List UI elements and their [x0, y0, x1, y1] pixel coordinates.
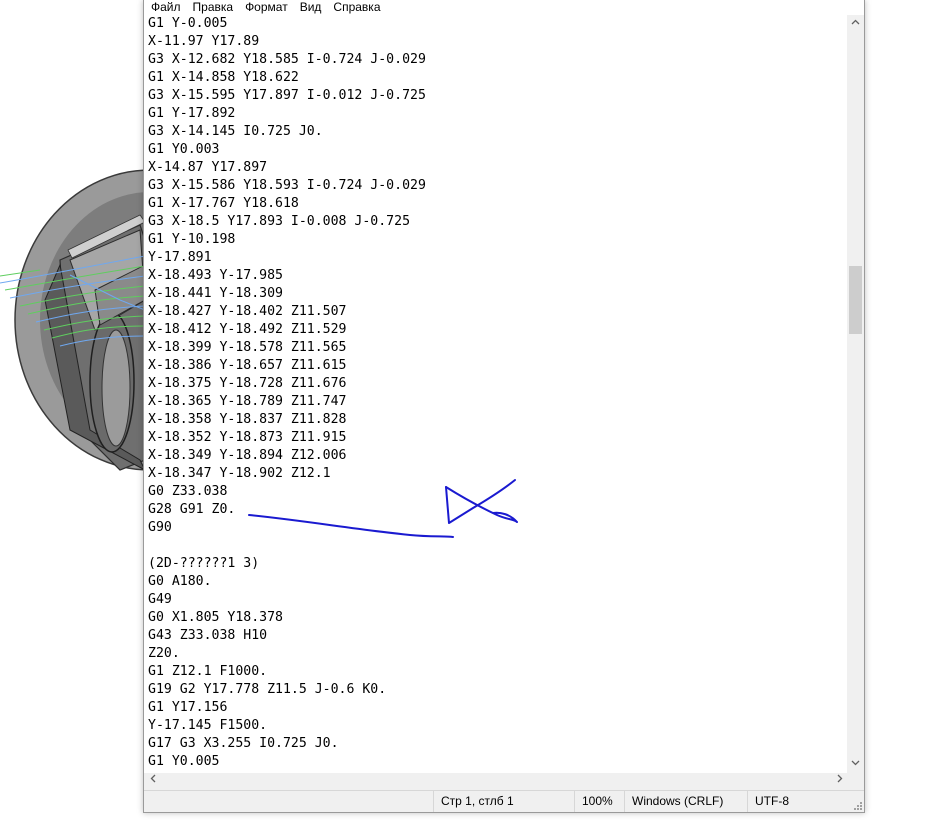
code-line: G3 X-15.586 Y18.593 I-0.724 J-0.029	[148, 178, 426, 193]
code-line: X-18.441 Y-18.309	[148, 286, 283, 301]
code-line: G49	[148, 592, 172, 607]
code-line: G1 Y17.156	[148, 700, 228, 715]
code-line: G1 Y0.003	[148, 142, 220, 157]
code-line: X-18.427 Y-18.402 Z11.507	[148, 304, 347, 319]
code-line: G43 Z33.038 H10	[148, 628, 268, 643]
code-line: Y-17.145 F1500.	[148, 718, 268, 733]
code-line: X-18.412 Y-18.492 Z11.529	[148, 322, 347, 337]
menu-format[interactable]: Формат	[239, 0, 294, 15]
cam-part-3d-view	[0, 169, 145, 471]
chevron-left-icon[interactable]	[144, 773, 161, 790]
resize-grip-icon[interactable]	[852, 800, 862, 810]
code-line: Z20.	[148, 646, 180, 661]
code-line: X-18.375 Y-18.728 Z11.676	[148, 376, 347, 391]
code-line: (2D-??????1 3)	[148, 556, 260, 571]
cam-model-background	[0, 0, 145, 836]
text-editor-area[interactable]: G1 Y-0.005 X-11.97 Y17.89 G3 X-12.682 Y18.…	[144, 15, 848, 773]
code-line: X-18.349 Y-18.894 Z12.006	[148, 448, 347, 463]
code-line: X-18.347 Y-18.902 Z12.1	[148, 466, 331, 481]
code-line: G3 X-14.145 I0.725 J0.	[148, 124, 323, 139]
code-line: X-18.399 Y-18.578 Z11.565	[148, 340, 347, 355]
code-line: X-18.365 Y-18.789 Z11.747	[148, 394, 347, 409]
menu-bar: Файл Правка Формат Вид Справка	[144, 0, 864, 15]
code-line: G0 Z33.038	[148, 484, 228, 499]
code-line: G19 G2 Y17.778 Z11.5 J-0.6 K0.	[148, 682, 387, 697]
menu-file[interactable]: Файл	[144, 0, 187, 15]
status-cursor-position: Стр 1, стлб 1	[433, 791, 574, 812]
horizontal-scrollbar[interactable]	[144, 773, 848, 790]
menu-help[interactable]: Справка	[327, 0, 386, 15]
menu-view[interactable]: Вид	[294, 0, 328, 15]
code-line: G0 X1.805 Y18.378	[148, 610, 283, 625]
code-line: X-18.352 Y-18.873 Z11.915	[148, 430, 347, 445]
code-line: G1 Z12.1 F1000.	[148, 664, 268, 679]
menu-edit[interactable]: Правка	[187, 0, 240, 15]
code-line: X-18.493 Y-17.985	[148, 268, 283, 283]
code-line: Y-17.891	[148, 250, 212, 265]
code-line: G1 Y-10.198	[148, 232, 236, 247]
code-line: G17 G3 X3.255 I0.725 J0.	[148, 736, 339, 751]
status-zoom: 100%	[574, 791, 624, 812]
status-encoding: UTF-8	[747, 791, 847, 812]
status-line-endings: Windows (CRLF)	[624, 791, 747, 812]
chevron-right-icon[interactable]	[831, 773, 848, 790]
gcode-text: G1 Y-0.005 X-11.97 Y17.89 G3 X-12.682 Y18.…	[144, 15, 848, 771]
code-line: G3 X-15.595 Y17.897 I-0.012 J-0.725	[148, 88, 426, 103]
vertical-scroll-thumb[interactable]	[849, 266, 862, 334]
code-line: G1 X-17.767 Y18.618	[148, 196, 299, 211]
code-line: G3 X-12.682 Y18.585 I-0.724 J-0.029	[148, 52, 426, 67]
vertical-scrollbar[interactable]	[847, 15, 864, 773]
chevron-down-icon[interactable]	[847, 756, 864, 773]
code-line: G90	[148, 520, 172, 535]
code-line: G1 Y0.005	[148, 754, 220, 769]
code-line: G0 A180.	[148, 574, 212, 589]
status-bar: Стр 1, стлб 1 100% Windows (CRLF) UTF-8	[144, 790, 864, 812]
notepad-window: Файл Правка Формат Вид Справка G1 Y-0.00…	[143, 0, 865, 813]
code-line: G1 Y-0.005	[148, 16, 228, 31]
scrollbar-corner	[847, 773, 864, 790]
code-line: X-11.97 Y17.89	[148, 34, 260, 49]
code-line: X-14.87 Y17.897	[148, 160, 268, 175]
code-line: G28 G91 Z0.	[148, 502, 236, 517]
code-line: G1 X-14.858 Y18.622	[148, 70, 299, 85]
code-line: G3 X-18.5 Y17.893 I-0.008 J-0.725	[148, 214, 411, 229]
code-line: G1 Y-17.892	[148, 106, 236, 121]
code-line: X-18.358 Y-18.837 Z11.828	[148, 412, 347, 427]
code-line: X-18.386 Y-18.657 Z11.615	[148, 358, 347, 373]
chevron-up-icon[interactable]	[847, 15, 864, 32]
